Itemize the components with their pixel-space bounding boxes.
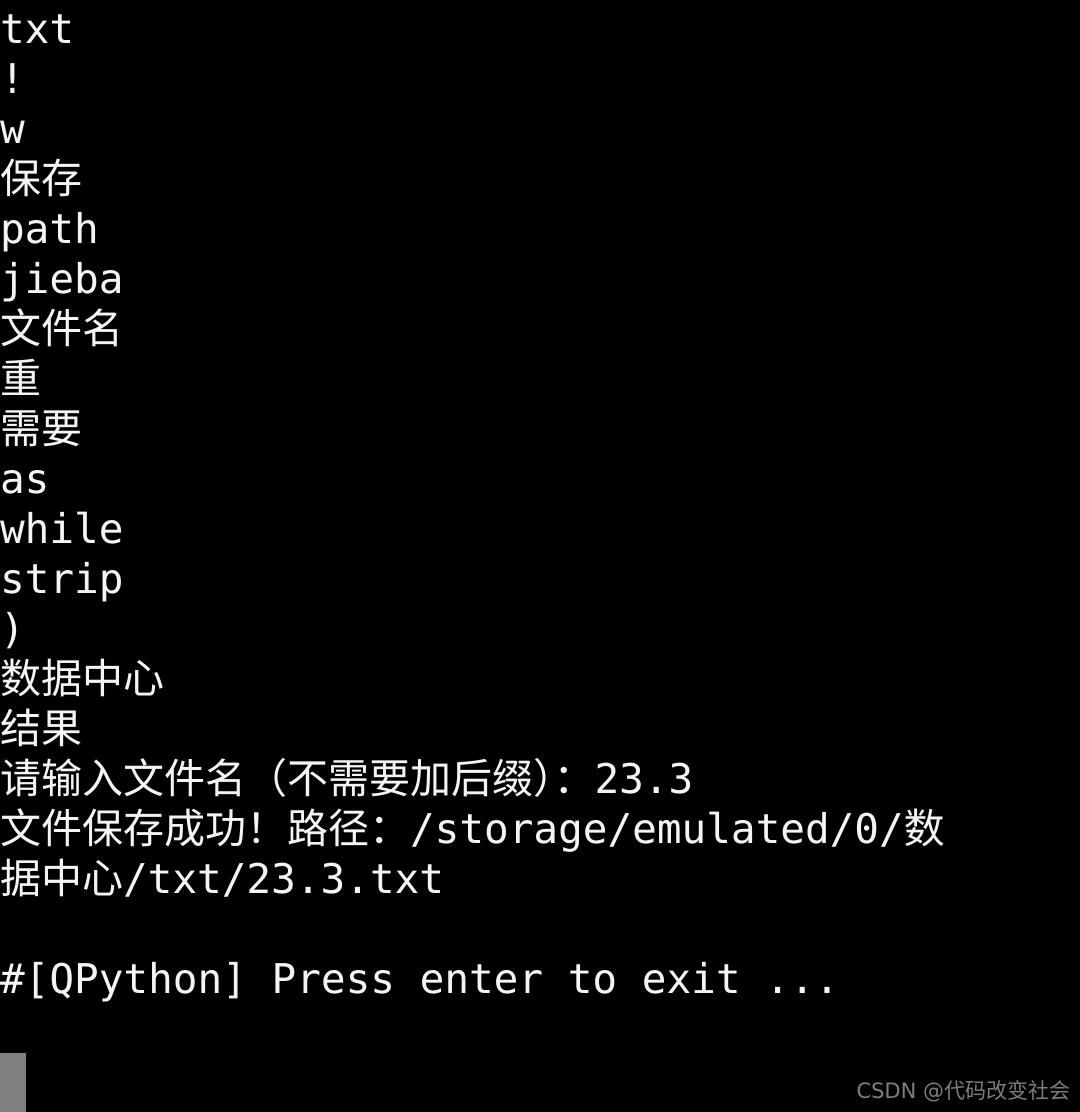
terminal-save-line: 文件保存成功！路径：/storage/emulated/0/数 [0,805,945,853]
terminal-line: ) [0,605,25,653]
terminal-line: txt [0,5,75,53]
csdn-watermark: CSDN @代码改变社会 [856,1079,1070,1103]
terminal-line: w [0,105,25,153]
terminal-path-wrap-line: 据中心/txt/23.3.txt [0,855,444,903]
terminal-output: txt ! w 保存 path jieba 文件名 重 需要 as while … [0,0,1080,1004]
terminal-line: ! [0,55,25,103]
terminal-line: 重 [0,355,41,403]
terminal-line: 保存 [0,155,82,203]
terminal-line: 文件名 [0,305,123,353]
terminal-line: while [0,505,124,553]
terminal-line: 结果 [0,705,82,753]
terminal-line: strip [0,555,124,603]
block-cursor[interactable] [0,1053,26,1112]
terminal-prompt-line: 请输入文件名（不需要加后缀）：23.3 [0,755,694,803]
terminal-screen[interactable]: txt ! w 保存 path jieba 文件名 重 需要 as while … [0,0,1080,1112]
terminal-exit-line: #[QPython] Press enter to exit ... [0,955,840,1003]
terminal-line: path [0,205,99,253]
terminal-line: as [0,455,50,503]
terminal-line: 数据中心 [0,655,164,703]
terminal-line: 需要 [0,405,82,453]
terminal-line: jieba [0,255,124,303]
